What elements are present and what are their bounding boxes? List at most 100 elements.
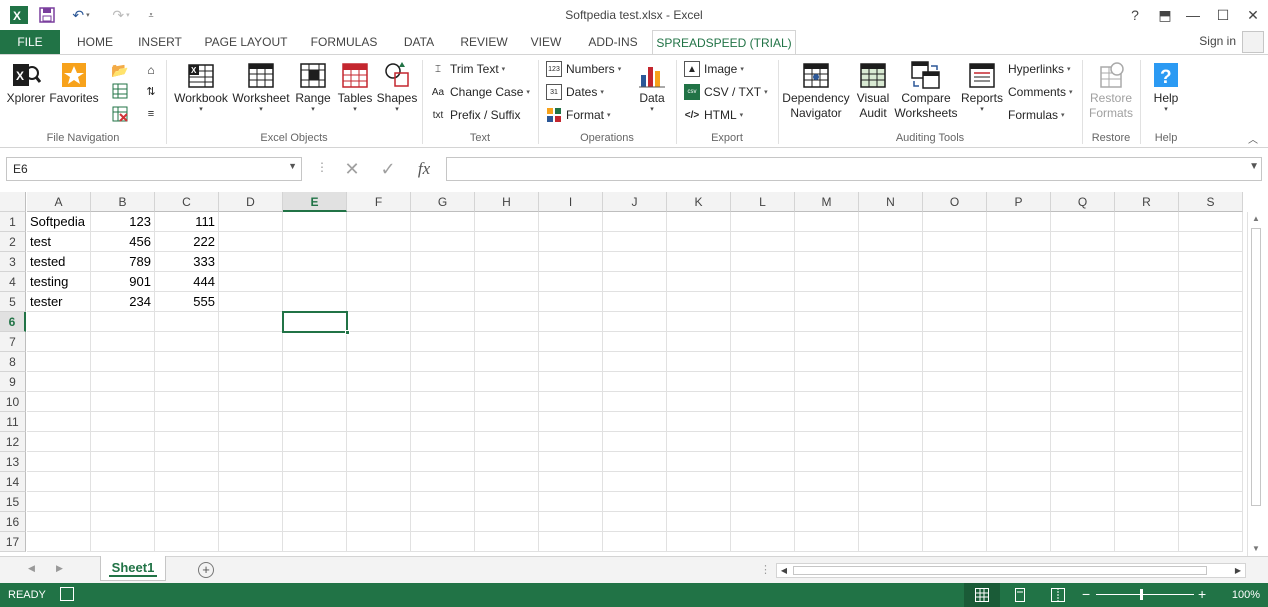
cell-Q14[interactable] [1051, 472, 1115, 492]
cell-R6[interactable] [1115, 312, 1179, 332]
cell-A2[interactable]: test [27, 232, 91, 252]
column-header[interactable]: N [859, 192, 923, 212]
cell-D12[interactable] [219, 432, 283, 452]
cell-P12[interactable] [987, 432, 1051, 452]
column-header[interactable]: D [219, 192, 283, 212]
cell-G2[interactable] [411, 232, 475, 252]
zoom-slider-knob[interactable] [1140, 589, 1143, 600]
scroll-up-icon[interactable]: ▲ [1248, 212, 1264, 226]
cell-H5[interactable] [475, 292, 539, 312]
cell-I13[interactable] [539, 452, 603, 472]
cell-S4[interactable] [1179, 272, 1243, 292]
cell-O7[interactable] [923, 332, 987, 352]
cell-F15[interactable] [347, 492, 411, 512]
cell-E12[interactable] [283, 432, 347, 452]
cell-F12[interactable] [347, 432, 411, 452]
worksheet-grid[interactable]: A B C D E F G H I J K L M N O P Q R S 1 Softpedia 123 111 2 test… [0, 192, 1268, 555]
cell-A6[interactable] [27, 312, 91, 332]
row-header[interactable]: 14 [0, 472, 26, 492]
formula-input[interactable]: ▼ [446, 157, 1262, 181]
column-header[interactable]: O [923, 192, 987, 212]
cell-D3[interactable] [219, 252, 283, 272]
cell-H12[interactable] [475, 432, 539, 452]
cell-R5[interactable] [1115, 292, 1179, 312]
cell-S3[interactable] [1179, 252, 1243, 272]
cell-C7[interactable] [155, 332, 219, 352]
tab-page-layout[interactable]: PAGE LAYOUT [198, 30, 294, 54]
cell-O10[interactable] [923, 392, 987, 412]
cell-J10[interactable] [603, 392, 667, 412]
cell-C10[interactable] [155, 392, 219, 412]
normal-view-icon[interactable] [964, 583, 1000, 607]
cell-F6[interactable] [347, 312, 411, 332]
row-header[interactable]: 10 [0, 392, 26, 412]
row-header[interactable]: 16 [0, 512, 26, 532]
cell-E2[interactable] [283, 232, 347, 252]
cell-I3[interactable] [539, 252, 603, 272]
cell-G1[interactable] [411, 212, 475, 232]
cell-F9[interactable] [347, 372, 411, 392]
scroll-thumb[interactable] [1251, 228, 1261, 506]
cell-C16[interactable] [155, 512, 219, 532]
zoom-out-icon[interactable]: − [1082, 586, 1090, 602]
cell-N7[interactable] [859, 332, 923, 352]
cell-H14[interactable] [475, 472, 539, 492]
cell-S9[interactable] [1179, 372, 1243, 392]
cell-P6[interactable] [987, 312, 1051, 332]
cell-I10[interactable] [539, 392, 603, 412]
cell-J14[interactable] [603, 472, 667, 492]
cell-B10[interactable] [91, 392, 155, 412]
cell-S15[interactable] [1179, 492, 1243, 512]
cell-S11[interactable] [1179, 412, 1243, 432]
cell-Q2[interactable] [1051, 232, 1115, 252]
cell-N11[interactable] [859, 412, 923, 432]
cell-A9[interactable] [27, 372, 91, 392]
xplorer-button[interactable]: X Xplorer [6, 59, 46, 106]
cell-S7[interactable] [1179, 332, 1243, 352]
workbook-grid-icon[interactable] [111, 82, 129, 100]
tab-home[interactable]: HOME [68, 30, 122, 54]
column-header[interactable]: S [1179, 192, 1243, 212]
cell-F1[interactable] [347, 212, 411, 232]
cell-F8[interactable] [347, 352, 411, 372]
cell-P2[interactable] [987, 232, 1051, 252]
comments-button[interactable]: Comments ▾ [1008, 82, 1073, 102]
cell-Q8[interactable] [1051, 352, 1115, 372]
row-header[interactable]: 8 [0, 352, 26, 372]
zoom-level[interactable]: 100% [1232, 589, 1260, 601]
column-header[interactable]: P [987, 192, 1051, 212]
cell-B7[interactable] [91, 332, 155, 352]
cell-J2[interactable] [603, 232, 667, 252]
column-header[interactable]: H [475, 192, 539, 212]
cell-K8[interactable] [667, 352, 731, 372]
cell-N8[interactable] [859, 352, 923, 372]
macro-record-icon[interactable] [60, 587, 74, 601]
cell-K5[interactable] [667, 292, 731, 312]
cell-R17[interactable] [1115, 532, 1179, 552]
cell-F14[interactable] [347, 472, 411, 492]
cell-B14[interactable] [91, 472, 155, 492]
zoom-slider[interactable] [1096, 594, 1194, 595]
maximize-button[interactable]: ☐ [1208, 3, 1238, 27]
row-header[interactable]: 2 [0, 232, 26, 252]
cell-P4[interactable] [987, 272, 1051, 292]
tab-view[interactable]: VIEW [524, 30, 568, 54]
cell-A12[interactable] [27, 432, 91, 452]
cell-D9[interactable] [219, 372, 283, 392]
cell-G17[interactable] [411, 532, 475, 552]
cell-M14[interactable] [795, 472, 859, 492]
cell-D4[interactable] [219, 272, 283, 292]
cell-Q7[interactable] [1051, 332, 1115, 352]
cell-D14[interactable] [219, 472, 283, 492]
cell-B13[interactable] [91, 452, 155, 472]
cell-B12[interactable] [91, 432, 155, 452]
cell-A13[interactable] [27, 452, 91, 472]
workbook-button[interactable]: X Workbook ▾ [172, 59, 230, 114]
cell-K6[interactable] [667, 312, 731, 332]
column-header[interactable]: L [731, 192, 795, 212]
cell-M1[interactable] [795, 212, 859, 232]
cell-E17[interactable] [283, 532, 347, 552]
cell-L13[interactable] [731, 452, 795, 472]
cell-H17[interactable] [475, 532, 539, 552]
cell-I8[interactable] [539, 352, 603, 372]
